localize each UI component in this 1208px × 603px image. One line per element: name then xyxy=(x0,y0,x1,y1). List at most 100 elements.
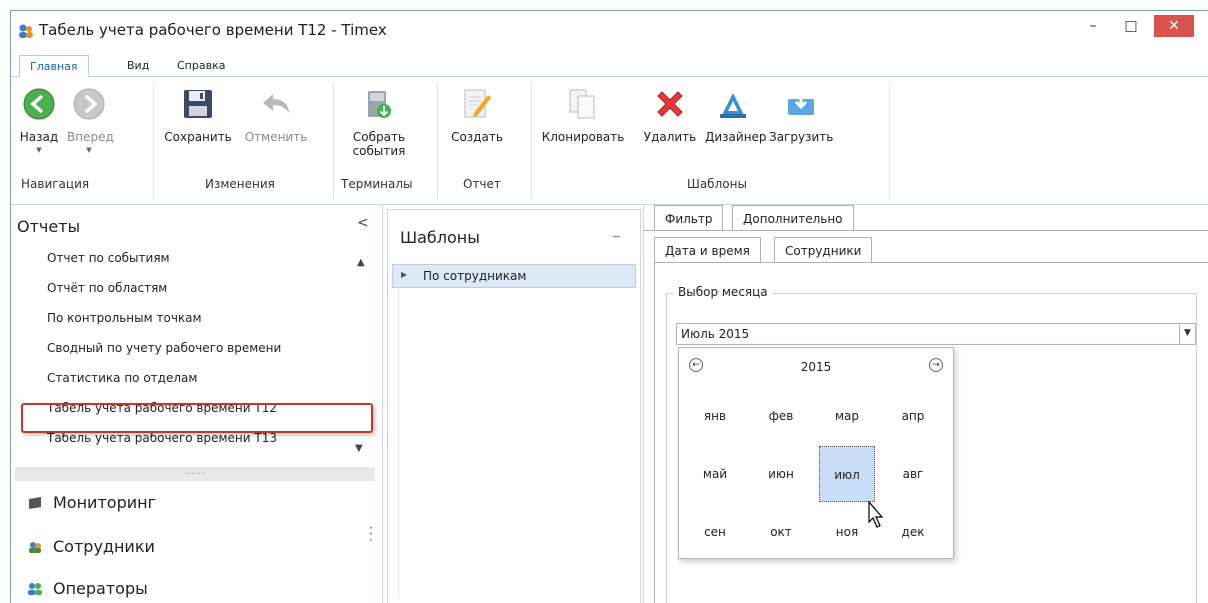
month-cell-selected[interactable]: июл xyxy=(819,446,875,502)
tab-employees[interactable]: Сотрудники xyxy=(774,237,873,263)
ribbon-separator xyxy=(333,83,334,199)
nav-operators[interactable]: Операторы xyxy=(27,579,148,598)
month-cell[interactable]: авг xyxy=(885,446,941,502)
load-tray-icon xyxy=(788,91,814,115)
year-label: 2015 xyxy=(800,360,832,374)
month-picker-popup: ← 2015 → янв фев мар апр май июн июл авг… xyxy=(678,347,954,559)
back-dropdown-icon[interactable]: ▼ xyxy=(19,146,59,154)
ribbon-separator xyxy=(153,83,154,199)
month-cell[interactable]: сен xyxy=(687,504,743,560)
report-item[interactable]: Сводный по учету рабочего времени xyxy=(47,341,281,355)
undo-button[interactable]: Отменить xyxy=(243,87,309,144)
forward-label: Вперед xyxy=(67,130,114,144)
ribbon: Назад ▼ Вперед ▼ Сохранить Отменить Собр… xyxy=(11,77,1208,205)
group-navigation: Навигация xyxy=(21,177,90,191)
collect-events-label: Собрать события xyxy=(352,130,406,158)
scroll-down-icon[interactable]: ▼ xyxy=(355,443,363,454)
forward-dropdown-icon[interactable]: ▼ xyxy=(67,146,111,154)
delete-button[interactable]: Удалить xyxy=(643,87,697,144)
back-button[interactable]: Назад ▼ xyxy=(19,87,59,154)
resize-grip-icon[interactable]: · · · xyxy=(369,522,373,546)
month-cell[interactable]: мар xyxy=(819,388,875,444)
clone-button[interactable]: Клонировать xyxy=(541,87,625,144)
designer-ruler-icon xyxy=(720,93,746,118)
group-report: Отчет xyxy=(463,177,501,191)
delete-x-icon xyxy=(657,91,683,117)
close-button[interactable]: ✕ xyxy=(1154,15,1194,37)
tab-main[interactable]: Главная xyxy=(19,55,89,77)
monitor-icon xyxy=(29,496,41,509)
nav-monitoring[interactable]: Мониторинг xyxy=(27,493,156,512)
load-button[interactable]: Загрузить xyxy=(769,87,833,144)
undo-icon xyxy=(263,94,289,113)
tab-date-time[interactable]: Дата и время xyxy=(654,237,761,263)
tab-additional[interactable]: Дополнительно xyxy=(732,205,854,231)
collapse-panel-button[interactable]: < xyxy=(357,215,369,231)
templates-panel: Шаблоны ᅲ ▶ По сотрудникам xyxy=(387,209,641,603)
month-cell[interactable]: июн xyxy=(753,446,809,502)
next-year-button[interactable]: → xyxy=(929,358,943,372)
collect-events-button[interactable]: Собрать события xyxy=(349,87,409,158)
tab-view[interactable]: Вид xyxy=(117,55,159,77)
month-cell[interactable]: фев xyxy=(753,388,809,444)
scroll-up-icon[interactable]: ▲ xyxy=(357,257,365,268)
tab-help[interactable]: Справка xyxy=(167,55,235,77)
terminal-download-icon xyxy=(368,91,391,118)
save-button[interactable]: Сохранить xyxy=(163,87,233,144)
save-label: Сохранить xyxy=(164,130,232,144)
month-cell[interactable]: янв xyxy=(687,388,743,444)
delete-label: Удалить xyxy=(643,130,697,144)
forward-button[interactable]: Вперед ▼ xyxy=(67,87,114,154)
operators-icon xyxy=(28,582,42,595)
minimize-button[interactable]: – xyxy=(1078,11,1108,41)
tab-filter[interactable]: Фильтр xyxy=(654,205,724,231)
report-item[interactable]: Табель учета рабочего времени Т13 xyxy=(47,431,277,445)
month-combo-value: Июль 2015 xyxy=(681,327,750,341)
ribbon-separator xyxy=(531,83,532,199)
filter-panel: Фильтр Дополнительно Дата и время Сотруд… xyxy=(643,205,1208,603)
group-terminals: Терминалы xyxy=(341,177,413,191)
expand-icon[interactable]: ▶ xyxy=(401,270,407,279)
create-report-button[interactable]: Создать xyxy=(449,87,505,144)
month-cell[interactable]: май xyxy=(687,446,743,502)
ribbon-separator xyxy=(889,83,890,199)
pin-icon[interactable]: ᅲ xyxy=(612,228,621,243)
undo-label: Отменить xyxy=(244,130,308,144)
panel-splitter[interactable]: ...... xyxy=(15,467,375,481)
template-row[interactable]: ▶ По сотрудникам xyxy=(392,264,636,288)
nav-employees[interactable]: Сотрудники xyxy=(27,537,155,556)
month-cell[interactable]: дек xyxy=(885,504,941,560)
fieldset-right xyxy=(1196,293,1197,603)
nav-employees-label: Сотрудники xyxy=(53,537,155,556)
month-cell[interactable]: апр xyxy=(885,388,941,444)
create-report-label: Создать xyxy=(451,130,503,144)
new-document-icon xyxy=(464,89,491,118)
mouse-pointer-icon xyxy=(868,500,884,528)
employees-icon xyxy=(29,541,41,553)
clone-documents-icon xyxy=(569,89,595,119)
template-row-label: По сотрудникам xyxy=(423,269,527,283)
chevron-down-icon[interactable]: ▼ xyxy=(1179,324,1195,344)
report-item[interactable]: По контрольным точкам xyxy=(47,311,202,325)
title-bar: Табель учета рабочего времени Т12 - Time… xyxy=(11,11,1208,53)
group-templates: Шаблоны xyxy=(687,177,747,191)
highlight-annotation xyxy=(21,403,373,433)
app-window: Табель учета рабочего времени Т12 - Time… xyxy=(10,10,1208,603)
tree-line xyxy=(398,288,399,598)
fieldset-left xyxy=(666,293,667,603)
maximize-button[interactable]: □ xyxy=(1116,11,1146,41)
reports-header: Отчеты xyxy=(17,217,81,236)
users-app-icon xyxy=(19,24,33,38)
designer-button[interactable]: Дизайнер xyxy=(705,87,767,144)
forward-arrow-icon xyxy=(73,88,105,120)
load-label: Загрузить xyxy=(769,130,834,144)
report-item[interactable]: Отчёт по областям xyxy=(47,281,167,295)
back-arrow-icon xyxy=(23,88,55,120)
month-combo[interactable]: Июль 2015 ▼ xyxy=(676,323,1196,345)
nav-monitoring-label: Мониторинг xyxy=(53,493,156,512)
clone-label: Клонировать xyxy=(541,130,625,144)
month-cell[interactable]: окт xyxy=(753,504,809,560)
window-title: Табель учета рабочего времени Т12 - Time… xyxy=(39,21,387,39)
report-item[interactable]: Статистика по отделам xyxy=(47,371,197,385)
report-item[interactable]: Отчет по событиям xyxy=(47,251,170,265)
